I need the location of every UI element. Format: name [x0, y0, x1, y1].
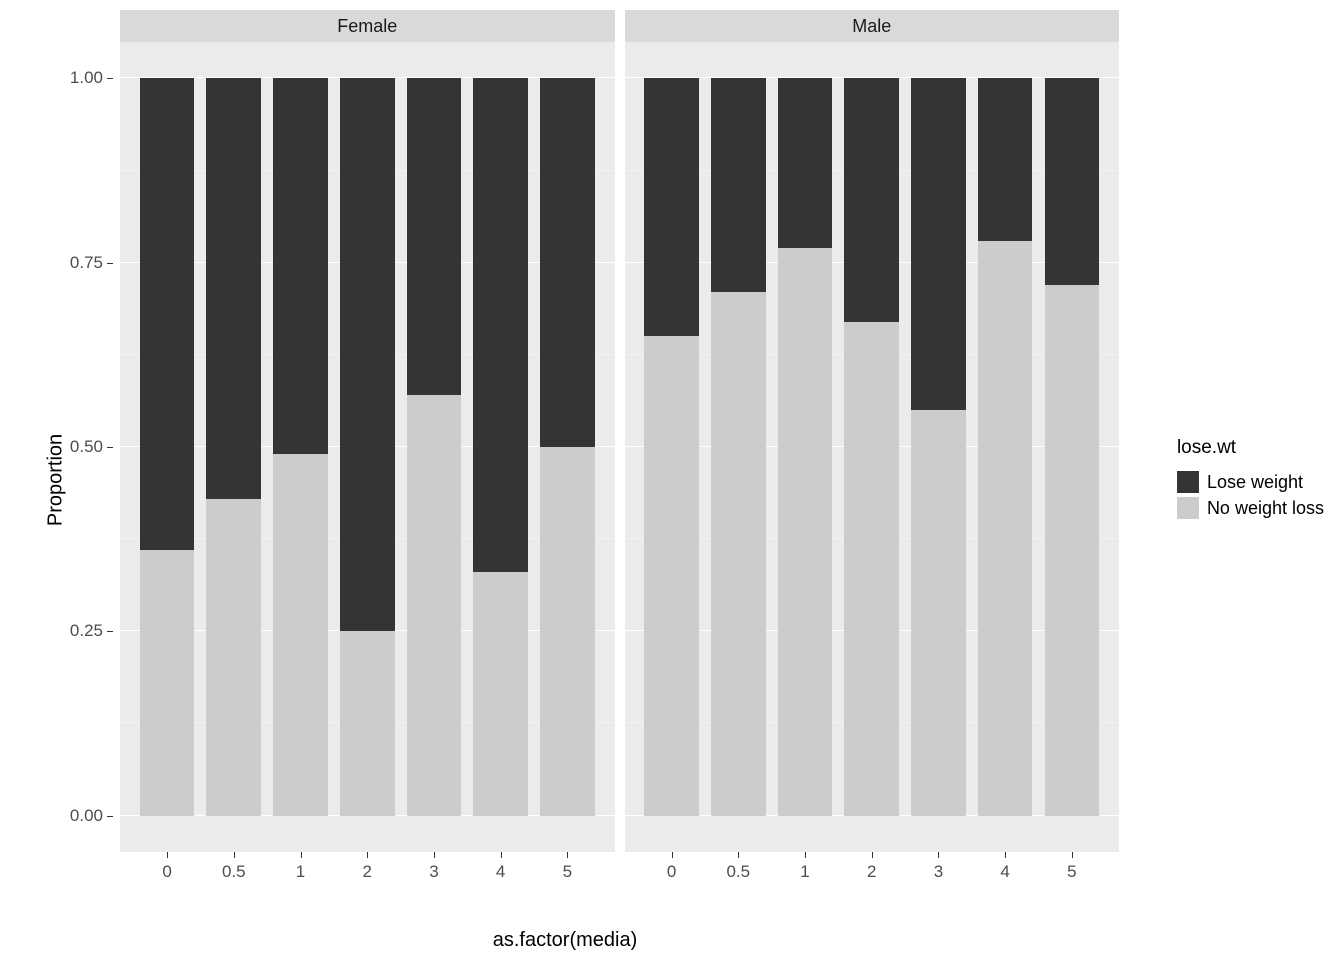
bar	[340, 78, 395, 815]
chart-container: Proportion 0.00 0.25 0.50 0.75 1.00 Fema…	[0, 0, 1344, 960]
x-tick: 0.5	[206, 852, 261, 890]
y-tick: 1.00	[70, 68, 103, 88]
bar	[206, 78, 261, 815]
legend: lose.wt Lose weight No weight loss	[1177, 437, 1324, 523]
x-tick: 1	[778, 852, 833, 890]
bar	[540, 78, 595, 815]
facet-strip: Female	[120, 10, 615, 42]
bar	[844, 78, 899, 815]
y-tick: 0.25	[70, 621, 103, 641]
bar	[140, 78, 195, 815]
x-tick: 0.5	[711, 852, 766, 890]
x-tick: 2	[844, 852, 899, 890]
legend-title: lose.wt	[1177, 437, 1324, 459]
bar	[407, 78, 462, 815]
x-tick: 0	[140, 852, 195, 890]
x-axis-label: as.factor(media)	[0, 929, 1130, 952]
plot-area	[625, 42, 1120, 852]
bars	[625, 78, 1120, 815]
x-axis-ticks: 0 0.5 1 2 3 4 5	[120, 852, 615, 890]
x-tick: 5	[540, 852, 595, 890]
y-tick: 0.50	[70, 437, 103, 457]
legend-item: Lose weight	[1177, 471, 1324, 493]
bars	[120, 78, 615, 815]
x-tick: 1	[273, 852, 328, 890]
legend-item-label: Lose weight	[1207, 472, 1303, 493]
facet-strip: Male	[625, 10, 1120, 42]
x-tick: 0	[644, 852, 699, 890]
facet-panels: Female	[120, 10, 1119, 890]
legend-swatch-icon	[1177, 471, 1199, 493]
facet-panel-female: Female	[120, 10, 615, 890]
bar	[978, 78, 1033, 815]
x-tick: 4	[978, 852, 1033, 890]
y-axis-ticks: 0.00 0.25 0.50 0.75 1.00	[55, 42, 115, 852]
x-tick: 4	[473, 852, 528, 890]
x-axis-ticks: 0 0.5 1 2 3 4 5	[625, 852, 1120, 890]
bar	[473, 78, 528, 815]
bar	[273, 78, 328, 815]
y-tick: 0.75	[70, 253, 103, 273]
bar	[1045, 78, 1100, 815]
x-tick: 2	[340, 852, 395, 890]
legend-item: No weight loss	[1177, 497, 1324, 519]
x-tick: 5	[1045, 852, 1100, 890]
bar	[644, 78, 699, 815]
bar	[778, 78, 833, 815]
legend-swatch-icon	[1177, 497, 1199, 519]
bar	[711, 78, 766, 815]
legend-item-label: No weight loss	[1207, 498, 1324, 519]
x-tick: 3	[407, 852, 462, 890]
x-tick: 3	[911, 852, 966, 890]
plot-area	[120, 42, 615, 852]
facet-panel-male: Male	[625, 10, 1120, 890]
bar	[911, 78, 966, 815]
y-tick: 0.00	[70, 806, 103, 826]
